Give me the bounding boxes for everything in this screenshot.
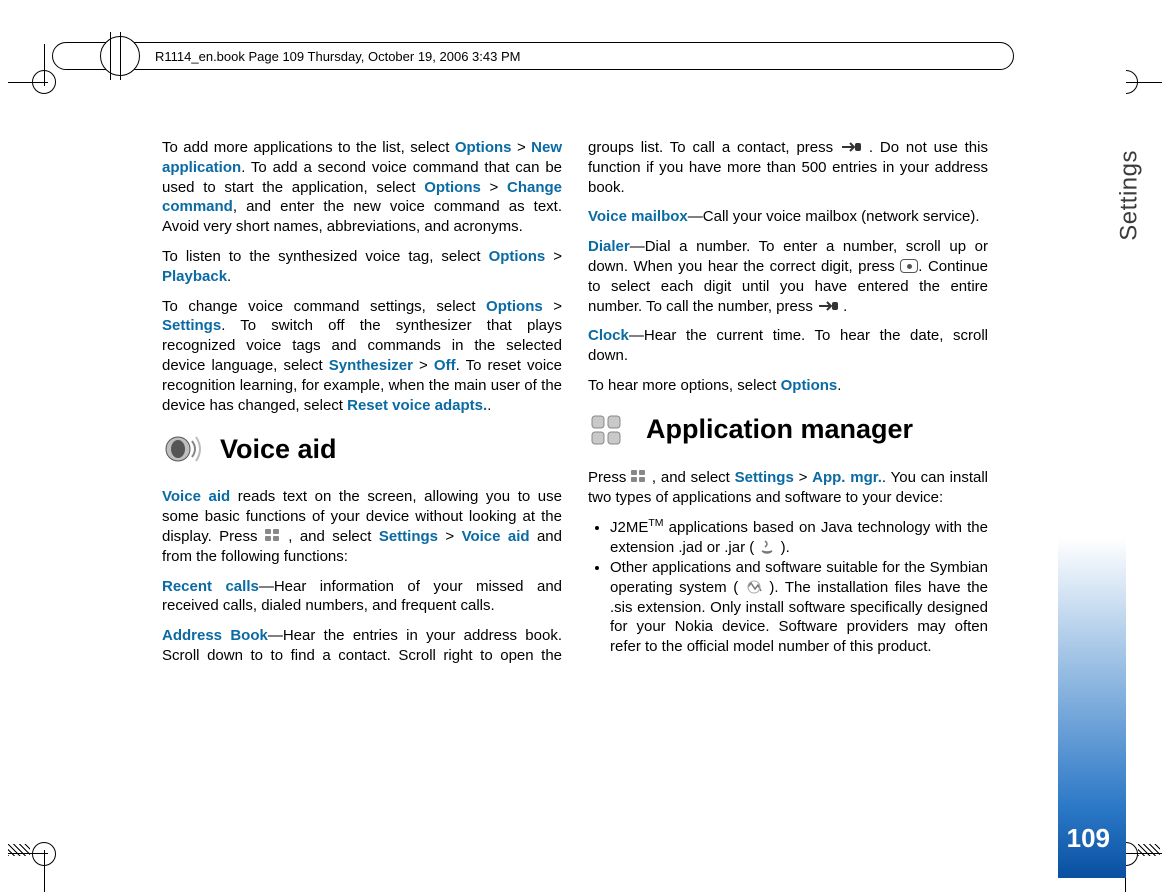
side-tab-label: Settings [1116,150,1144,241]
app-types-list: J2METM applications based on Java techno… [588,517,988,657]
heading-app-manager: Application manager [588,410,988,450]
para-app-mgr-intro: Press , and select Settings > App. mgr..… [588,468,988,508]
speaker-icon [162,429,206,469]
heading-voice-aid: Voice aid [162,429,562,469]
para-add-apps: To add more applications to the list, se… [162,138,562,237]
header-ornament-lines [104,36,136,76]
menu-key-icon [631,470,647,484]
para-settings: To change voice command settings, select… [162,297,562,416]
para-recent-calls: Recent calls—Hear information of your mi… [162,577,562,617]
para-voice-aid-intro: Voice aid reads text on the screen, allo… [162,487,562,566]
send-key-icon [817,297,839,307]
para-voice-mailbox: Voice mailbox—Call your voice mailbox (n… [588,207,988,227]
sis-file-icon [745,579,763,595]
scroll-key-icon [900,259,918,273]
page-content: To add more applications to the list, se… [162,138,988,796]
list-item: Other applications and software suitable… [610,558,988,657]
java-file-icon [758,539,776,555]
cropmark-top-left [16,52,76,112]
hatch-right [1138,844,1160,856]
hatch-left [8,844,30,856]
para-dialer: Dialer—Dial a number. To enter a number,… [588,237,988,316]
send-key-icon [840,138,862,148]
heading-voice-aid-text: Voice aid [220,432,337,468]
book-header-text: R1114_en.book Page 109 Thursday, October… [155,49,520,64]
heading-app-manager-text: Application manager [646,412,913,448]
para-playback: To listen to the synthesized voice tag, … [162,247,562,287]
page-number: 109 [1067,823,1110,854]
para-more-options: To hear more options, select Options. [588,376,988,396]
para-clock: Clock—Hear the current time. To hear the… [588,326,988,366]
list-item: J2METM applications based on Java techno… [610,517,988,558]
book-header: R1114_en.book Page 109 Thursday, October… [52,42,1014,70]
menu-key-icon [265,529,281,543]
app-grid-icon [588,410,632,450]
